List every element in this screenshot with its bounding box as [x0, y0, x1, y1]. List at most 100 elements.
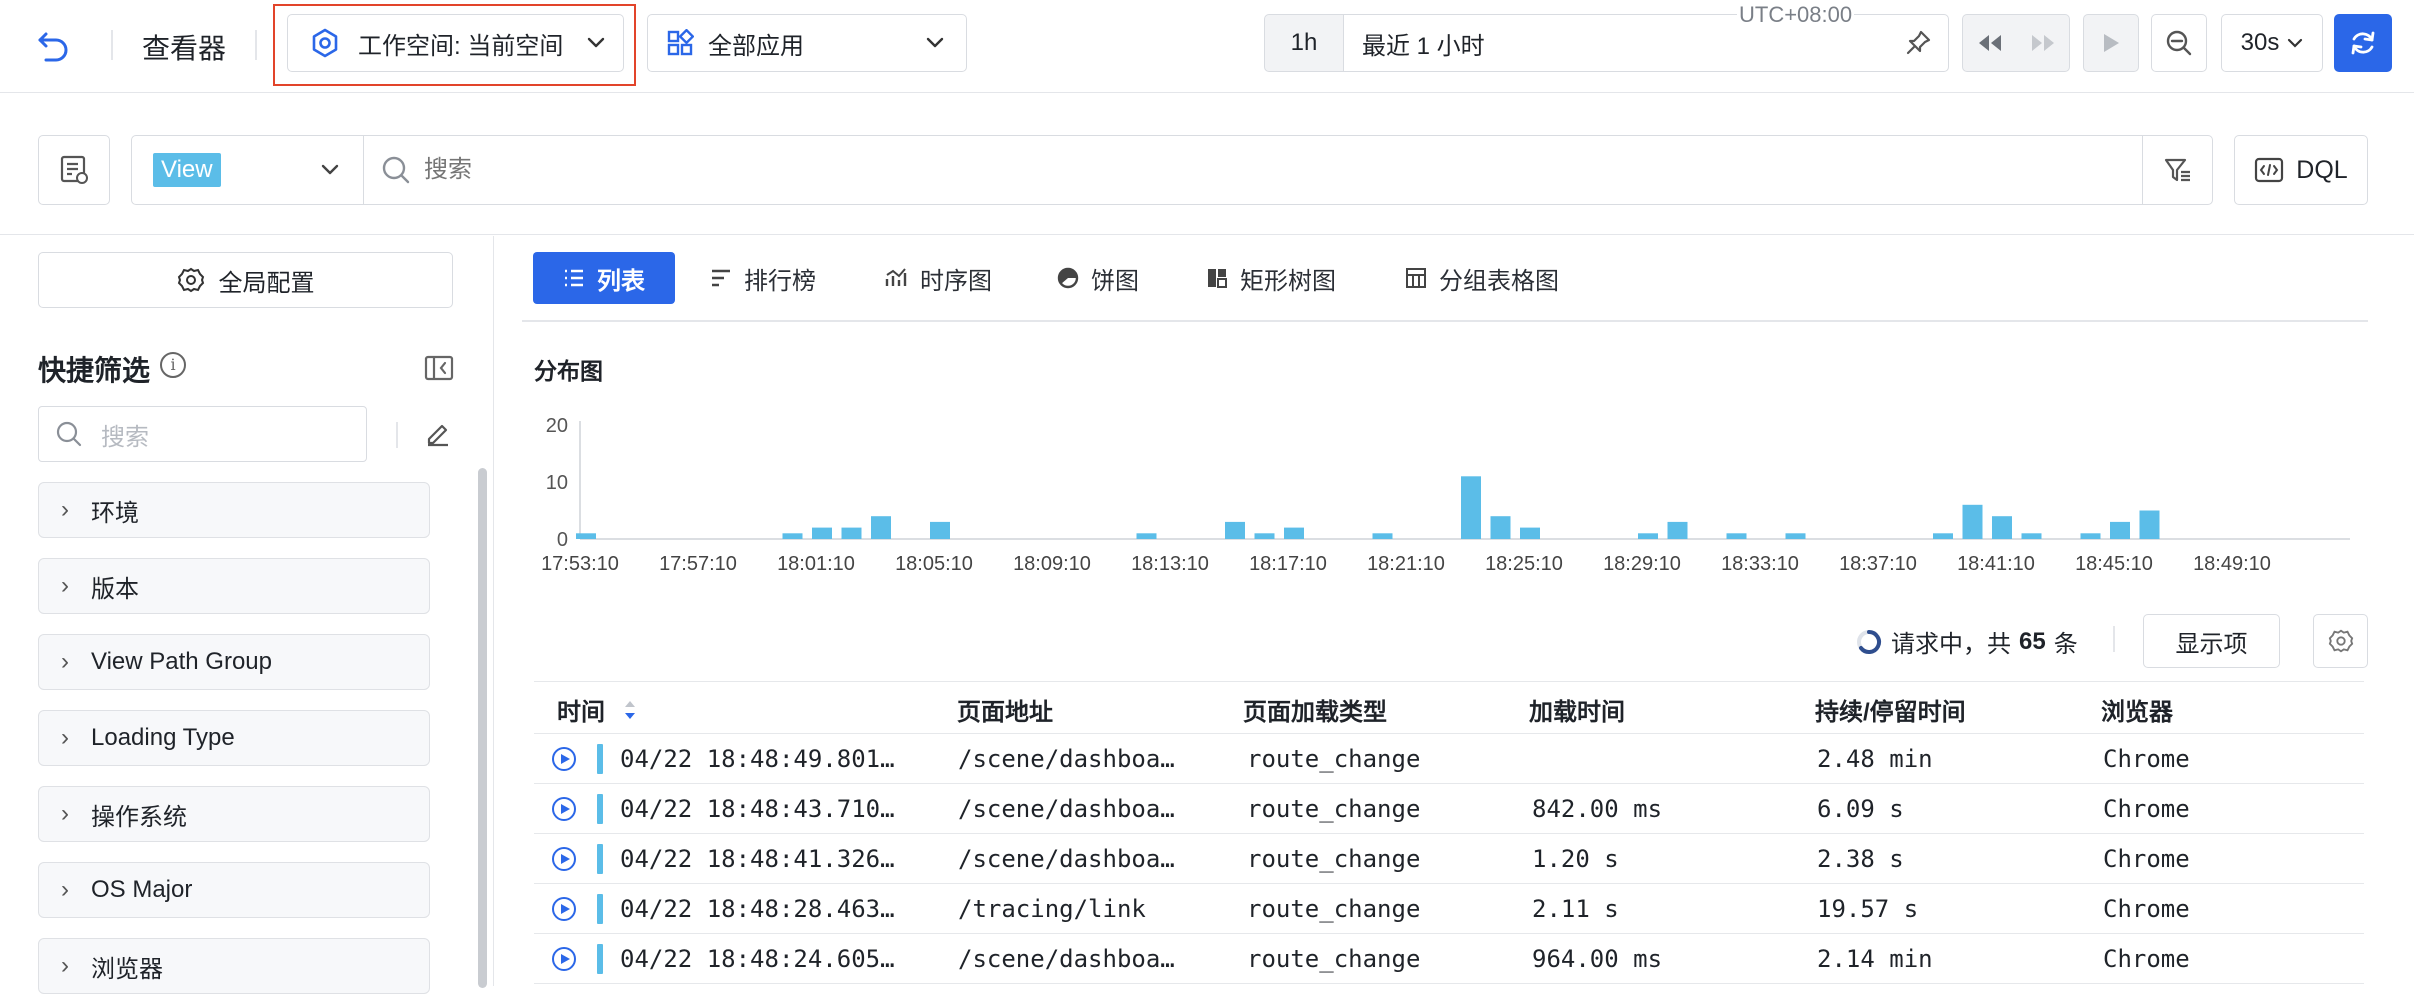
source-selector[interactable]: View — [131, 135, 364, 205]
column-header-time[interactable]: 时间 — [557, 692, 605, 727]
cell-duration: 6.09 s — [1817, 795, 1904, 823]
filter-group-label: Loading Type — [91, 724, 235, 751]
tab-label: 矩形树图 — [1240, 267, 1336, 295]
filter-group-view-path-group[interactable]: › View Path Group — [38, 634, 430, 690]
cell-url: /tracing/link — [958, 895, 1146, 923]
time-shortcut-button[interactable]: 1h — [1264, 14, 1344, 72]
fast-forward-icon — [2029, 33, 2057, 53]
chevron-down-icon — [926, 37, 944, 49]
info-icon[interactable]: i — [160, 352, 186, 378]
time-shortcut-label: 1h — [1290, 29, 1318, 56]
play-session-icon[interactable] — [552, 797, 576, 821]
step-back-button[interactable] — [1962, 14, 2070, 72]
column-header-duration[interactable]: 持续/停留时间 — [1815, 692, 1966, 727]
filter-button[interactable] — [2142, 135, 2213, 205]
display-items-button[interactable]: 显示项 — [2143, 614, 2280, 668]
zoom-out-button[interactable] — [2151, 14, 2207, 72]
refresh-button[interactable] — [2334, 14, 2392, 72]
chart-x-tick-label: 17:57:10 — [659, 553, 737, 575]
chart-x-tick-label: 18:25:10 — [1485, 553, 1563, 575]
play-session-icon[interactable] — [552, 897, 576, 921]
tab-ranking[interactable]: 排行榜 — [710, 252, 816, 304]
tab-list[interactable]: 列表 — [533, 252, 675, 304]
saved-query-button[interactable] — [38, 135, 110, 205]
column-header-url[interactable]: 页面地址 — [957, 692, 1053, 727]
table-row[interactable]: 04/22 18:48:49.801… /scene/dashboa… rout… — [534, 734, 2364, 784]
chart-x-tick-label: 18:33:10 — [1721, 553, 1799, 575]
filter-group-loading-type[interactable]: › Loading Type — [38, 710, 430, 766]
search-input[interactable] — [424, 145, 1124, 195]
status-suffix: 条 — [2053, 631, 2078, 658]
cell-type: route_change — [1247, 895, 1421, 923]
zoom-out-icon — [2165, 29, 2193, 57]
chart-x-tick-label: 18:05:10 — [895, 553, 973, 575]
top-bar: 查看器 工作空间: 当前空间 全部应用 UTC+08:00 1h 最近 1 小时 — [0, 0, 2414, 93]
table-row[interactable]: 04/22 18:48:43.710… /scene/dashboa… rout… — [534, 784, 2364, 834]
filter-group-environment[interactable]: › 环境 — [38, 482, 430, 538]
pin-icon[interactable] — [1904, 29, 1932, 57]
status-prefix: 请求中，共 — [1891, 631, 2011, 658]
column-header-load-time[interactable]: 加载时间 — [1529, 692, 1625, 727]
cell-url: /scene/dashboa… — [958, 795, 1175, 823]
status-marker — [597, 894, 603, 924]
filter-icon — [2163, 155, 2193, 185]
chart-bar — [1136, 533, 1157, 539]
chart-bar — [2110, 521, 2130, 539]
play-session-icon[interactable] — [552, 847, 576, 871]
tab-pie[interactable]: 饼图 — [1057, 252, 1139, 304]
chart-bar — [1667, 521, 1688, 539]
chart-bar — [1785, 533, 1806, 539]
sidebar-scrollbar[interactable] — [478, 468, 487, 988]
play-session-icon[interactable] — [552, 947, 576, 971]
refresh-interval-label: 30s — [2240, 29, 2280, 56]
chart-bar — [841, 527, 862, 539]
dql-button[interactable]: DQL — [2234, 135, 2368, 205]
quick-filter-search[interactable]: 搜索 — [38, 406, 367, 462]
cell-browser: Chrome — [2103, 845, 2190, 873]
filter-group-label: 浏览器 — [91, 955, 163, 983]
chart-bar — [930, 521, 950, 539]
chart-x-tick-label: 18:01:10 — [777, 553, 855, 575]
tab-label: 列表 — [597, 267, 645, 295]
cell-type: route_change — [1247, 745, 1421, 773]
divider — [2113, 626, 2115, 652]
tab-group-table[interactable]: 分组表格图 — [1405, 252, 1559, 304]
play-button[interactable] — [2083, 14, 2139, 72]
sort-icon[interactable] — [620, 698, 640, 722]
chevron-right-icon: › — [61, 800, 69, 827]
table-settings-button[interactable] — [2313, 614, 2368, 668]
collapse-sidebar-icon[interactable] — [424, 354, 454, 382]
cell-duration: 19.57 s — [1817, 895, 1919, 923]
workspace-selector[interactable]: 工作空间: 当前空间 — [287, 14, 624, 72]
app-selector[interactable]: 全部应用 — [647, 14, 967, 72]
table-row[interactable]: 04/22 18:48:24.605… /scene/dashboa… rout… — [534, 934, 2364, 984]
column-header-browser[interactable]: 浏览器 — [2101, 692, 2173, 727]
cell-url: /scene/dashboa… — [958, 845, 1175, 873]
filter-group-os[interactable]: › 操作系统 — [38, 786, 430, 842]
tab-timeseries[interactable]: 时序图 — [884, 252, 992, 304]
tab-treemap[interactable]: 矩形树图 — [1206, 252, 1336, 304]
play-session-icon[interactable] — [552, 747, 576, 771]
table-row[interactable]: 04/22 18:48:41.326… /scene/dashboa… rout… — [534, 834, 2364, 884]
time-range-label: 最近 1 小时 — [1362, 32, 1485, 60]
column-header-load-type[interactable]: 页面加载类型 — [1243, 692, 1387, 727]
table-row[interactable]: 04/22 18:48:28.463… /tracing/link route_… — [534, 884, 2364, 934]
filter-group-label: OS Major — [91, 876, 193, 903]
chart-bar — [1726, 533, 1747, 539]
filter-group-label: 环境 — [91, 499, 139, 527]
cell-type: route_change — [1247, 945, 1421, 973]
back-icon[interactable] — [36, 28, 72, 62]
refresh-interval-select[interactable]: 30s — [2221, 14, 2323, 72]
filter-group-os-major[interactable]: › OS Major — [38, 862, 430, 918]
time-range-input[interactable]: 最近 1 小时 — [1343, 14, 1949, 72]
chart-bar — [1520, 527, 1540, 539]
cell-duration: 2.38 s — [1817, 845, 1904, 873]
edit-icon[interactable] — [424, 419, 452, 447]
tab-label: 时序图 — [920, 267, 992, 295]
chevron-right-icon: › — [61, 648, 69, 675]
filter-group-version[interactable]: › 版本 — [38, 558, 430, 614]
chart-bar — [1962, 504, 1983, 539]
chevron-right-icon: › — [61, 496, 69, 523]
chart-bar — [2139, 510, 2160, 539]
global-config-button[interactable]: 全局配置 — [38, 252, 453, 308]
